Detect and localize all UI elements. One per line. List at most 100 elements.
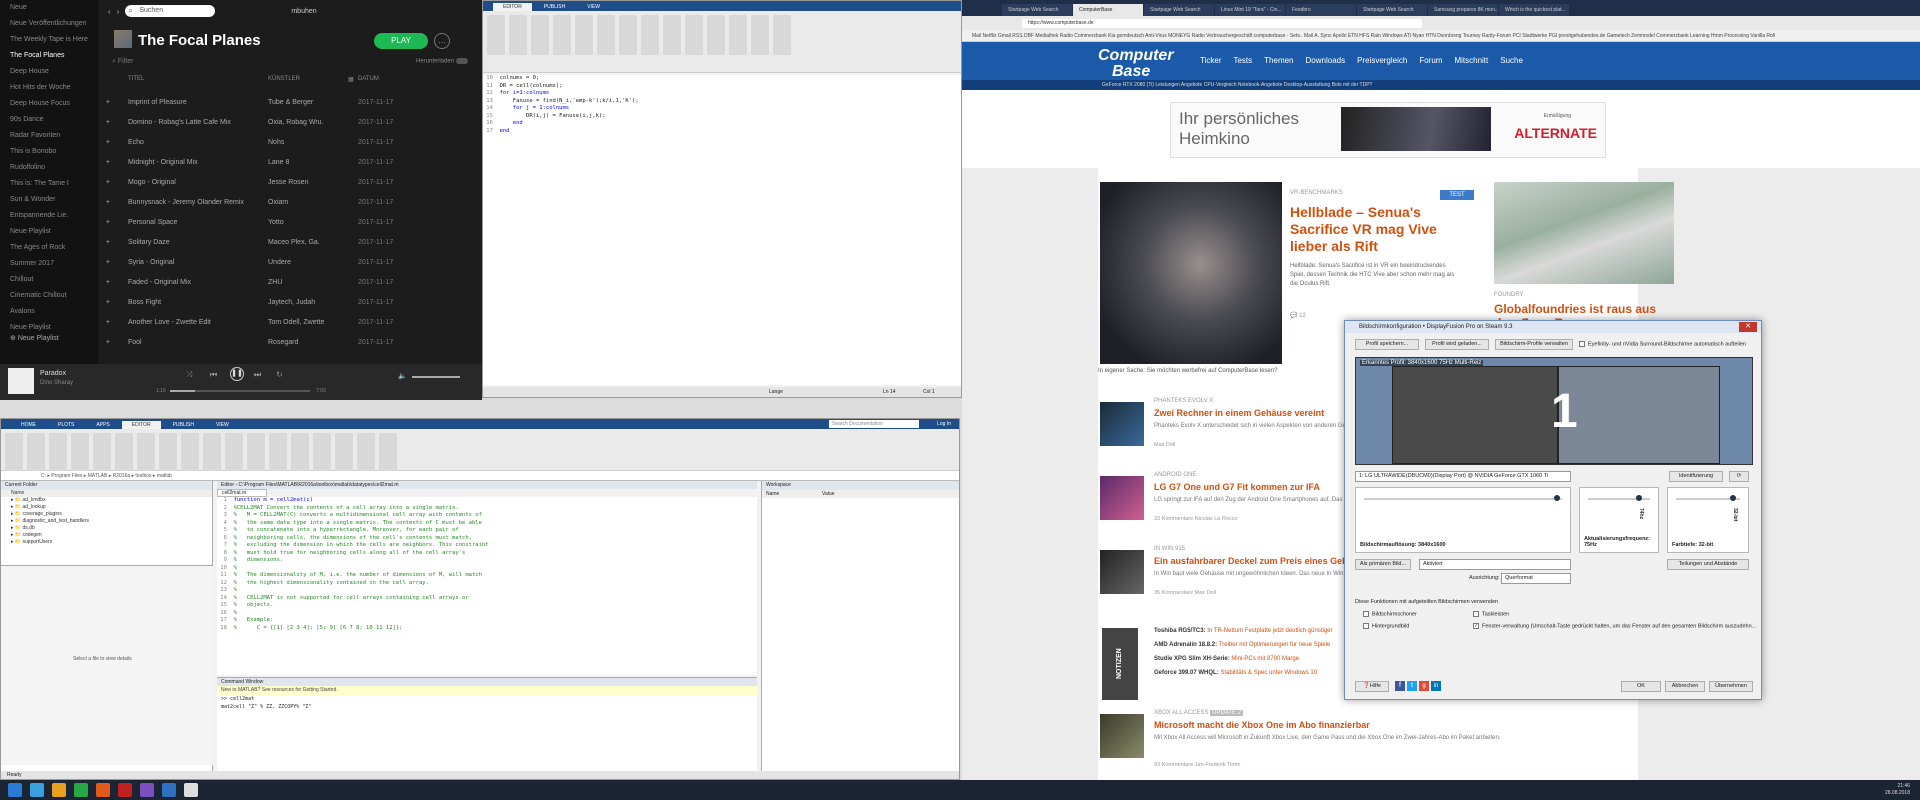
profile-manage-button[interactable]: Bildschirm-Profile verwalten: [1495, 339, 1573, 350]
sidebar-item[interactable]: Chillout: [0, 272, 98, 288]
ribbon-tool-icon[interactable]: [751, 15, 769, 55]
splits-button[interactable]: Teilungen und Abstände: [1667, 559, 1749, 570]
tab-apps[interactable]: APPS: [86, 421, 119, 429]
sidebar-item[interactable]: Summer 2017: [0, 256, 98, 272]
sidebar-item[interactable]: This is: The Tame I: [0, 176, 98, 192]
googleplus-icon[interactable]: g: [1419, 681, 1429, 691]
sidebar-item[interactable]: Radar Favoriten: [0, 128, 98, 144]
taskbar-app-icon[interactable]: [118, 783, 132, 797]
monitor-select[interactable]: 1: LG ULTRAWIDE(DBUCM0)(Display Port) @ …: [1355, 471, 1571, 482]
sidebar-item[interactable]: Avalons: [0, 304, 98, 320]
ribbon-tool-icon[interactable]: [269, 433, 287, 473]
site-subnav[interactable]: GeForce RTX 2080 (Ti) Leistungen Angebot…: [962, 80, 1920, 90]
ribbon-tool-icon[interactable]: [181, 433, 199, 473]
taskbar-app-icon[interactable]: [162, 783, 176, 797]
news-item[interactable]: Toshiba RG5/TC3: In TR-Nettum Festplatte…: [1154, 628, 1333, 634]
ribbon-tool-icon[interactable]: [5, 433, 23, 473]
linkedin-icon[interactable]: in: [1431, 681, 1441, 691]
window-management-checkbox[interactable]: ✓ Fenster-verwaltung (Umschalt-Taste gedr…: [1473, 623, 1757, 629]
identify-button[interactable]: Identifizierung: [1669, 471, 1723, 482]
ribbon-tool-icon[interactable]: [553, 15, 571, 55]
news-item[interactable]: AMD Adrenalin 18.8.2: Treiber mit Optimi…: [1154, 642, 1330, 648]
help-button[interactable]: ❓Hilfe: [1355, 681, 1389, 692]
browser-tab[interactable]: Which is the quickest plat...: [1499, 4, 1569, 16]
browser-tab[interactable]: Feedbro: [1286, 4, 1356, 16]
add-icon[interactable]: +: [98, 119, 128, 126]
ribbon-tool-icon[interactable]: [247, 433, 265, 473]
ribbon-tool-icon[interactable]: [49, 433, 67, 473]
previous-icon[interactable]: ⏮: [210, 370, 217, 380]
slider-knob[interactable]: [1554, 495, 1560, 501]
ribbon-tool-icon[interactable]: [313, 433, 331, 473]
slider-knob[interactable]: [1730, 495, 1736, 501]
twitter-icon[interactable]: t: [1407, 681, 1417, 691]
system-clock[interactable]: 21:46 28.08.2018: [1885, 783, 1910, 797]
browser-tab[interactable]: Startpage Web Search: [1357, 4, 1427, 16]
folder-item[interactable]: ▸ 📁 codegen: [1, 532, 212, 539]
sidebar-item[interactable]: Hot Hits der Woche: [0, 80, 98, 96]
track-artist[interactable]: Oxia, Robag Wru.: [268, 119, 348, 126]
track-row[interactable]: + Mogo - Original Jesse Rosen 2017-11-17: [98, 172, 482, 192]
ribbon-tool-icon[interactable]: [159, 433, 177, 473]
tab-home[interactable]: HOME: [11, 421, 46, 429]
add-icon[interactable]: +: [98, 239, 128, 246]
add-icon[interactable]: +: [98, 259, 128, 266]
pause-icon[interactable]: ❚❚: [230, 367, 244, 381]
column-date[interactable]: DATUM: [358, 76, 418, 88]
sidebar-item[interactable]: Entspannende Lie.: [0, 208, 98, 224]
track-row[interactable]: + Imprint of Pleasure Tube & Berger 2017-11…: [98, 92, 482, 112]
code-editor[interactable]: 1 function m = cell2mat(c) 2 %CELL2MAT C…: [217, 497, 757, 675]
taskbar-app-icon[interactable]: [52, 783, 66, 797]
track-row[interactable]: + Bunnysnack - Jeremy Olander Remix Oxiam 2…: [98, 192, 482, 212]
screensaver-checkbox[interactable]: Bildschirmschoner: [1363, 611, 1417, 617]
hero-title[interactable]: Hellblade – Senua's Sacrifice VR mag Viv…: [1290, 204, 1460, 255]
sidebar-item[interactable]: Deep House: [0, 64, 98, 80]
folder-item[interactable]: ▸ 📁 coverage_plugins: [1, 511, 212, 518]
next-icon[interactable]: ⏭: [254, 370, 261, 380]
add-icon[interactable]: +: [98, 299, 128, 306]
add-icon[interactable]: +: [98, 199, 128, 206]
facebook-icon[interactable]: f: [1395, 681, 1405, 691]
browser-tab[interactable]: Samsung prepares 8K mon...: [1428, 4, 1498, 16]
profile-save-button[interactable]: Profil speichern...: [1355, 339, 1419, 350]
color-depth-slider[interactable]: 32-bit Farbtiefe: 32-bit: [1667, 487, 1749, 553]
set-primary-button[interactable]: Als primären Bild...: [1355, 559, 1411, 570]
folder-item[interactable]: ▸ 📁 diagnostic_and_test_handlers: [1, 518, 212, 525]
taskbar-app-icon[interactable]: [8, 783, 22, 797]
now-playing-artist[interactable]: Dino Sharay: [40, 380, 73, 386]
resolution-slider[interactable]: Bildschirmauflösung: 3840x1600: [1355, 487, 1571, 553]
track-artist[interactable]: ZHU: [268, 279, 348, 286]
sidebar-item[interactable]: The Ages of Rock: [0, 240, 98, 256]
track-artist[interactable]: Rosegard: [268, 339, 348, 346]
ribbon-tool-icon[interactable]: [773, 15, 791, 55]
sidebar-item[interactable]: Neue Playlist: [0, 224, 98, 240]
progress-bar[interactable]: [170, 390, 310, 392]
sidebar-item[interactable]: Neue: [0, 0, 98, 16]
download-toggle[interactable]: Herunterladen: [416, 58, 468, 65]
ribbon-tool-icon[interactable]: [509, 15, 527, 55]
track-row[interactable]: + Midnight - Original Mix Lane 8 2017-11-17: [98, 152, 482, 172]
taskbar-app-icon[interactable]: [96, 783, 110, 797]
ribbon-tool-icon[interactable]: [93, 433, 111, 473]
track-row[interactable]: + Boss Fight Jaytech, Judah 2017-11-17: [98, 292, 482, 312]
browser-tab[interactable]: Linux Mint 19 "Tara" - Cin...: [1215, 4, 1285, 16]
news-link[interactable]: Stabilitäts & Spec unter Windows 10: [1220, 670, 1317, 676]
folder-item[interactable]: ▸ 📁 ad_lookup: [1, 504, 212, 511]
getting-started-notice[interactable]: New to MATLAB? See resources for Getting…: [217, 686, 757, 695]
ribbon-tool-icon[interactable]: [357, 433, 375, 473]
doc-search-input[interactable]: Search Documentation: [829, 420, 919, 428]
slider-knob[interactable]: [1636, 495, 1642, 501]
bookmarks-bar[interactable]: Mail Netflix Gmail RSS DBF Mediathek Rad…: [962, 30, 1920, 42]
volume-slider[interactable]: [412, 376, 460, 378]
file-tab[interactable]: cell2mat.m: [217, 489, 267, 497]
ribbon-tool-icon[interactable]: [597, 15, 615, 55]
close-icon[interactable]: ✕: [1739, 322, 1757, 332]
browser-tab[interactable]: Startpage Web Search: [1144, 4, 1214, 16]
news-item[interactable]: Studie XPG Slim XH-Serie: Mini-PCs mit 8…: [1154, 656, 1299, 662]
column-title[interactable]: TITEL: [128, 76, 268, 88]
track-row[interactable]: + Solitary Daze Maceo Plex, Ga. 2017-11-17: [98, 232, 482, 252]
forward-icon[interactable]: ›: [117, 7, 120, 16]
nav-preisvergleich[interactable]: Preisvergleich: [1357, 56, 1407, 65]
hero-comments[interactable]: 💬 12: [1290, 312, 1306, 319]
nav-tests[interactable]: Tests: [1233, 56, 1252, 65]
